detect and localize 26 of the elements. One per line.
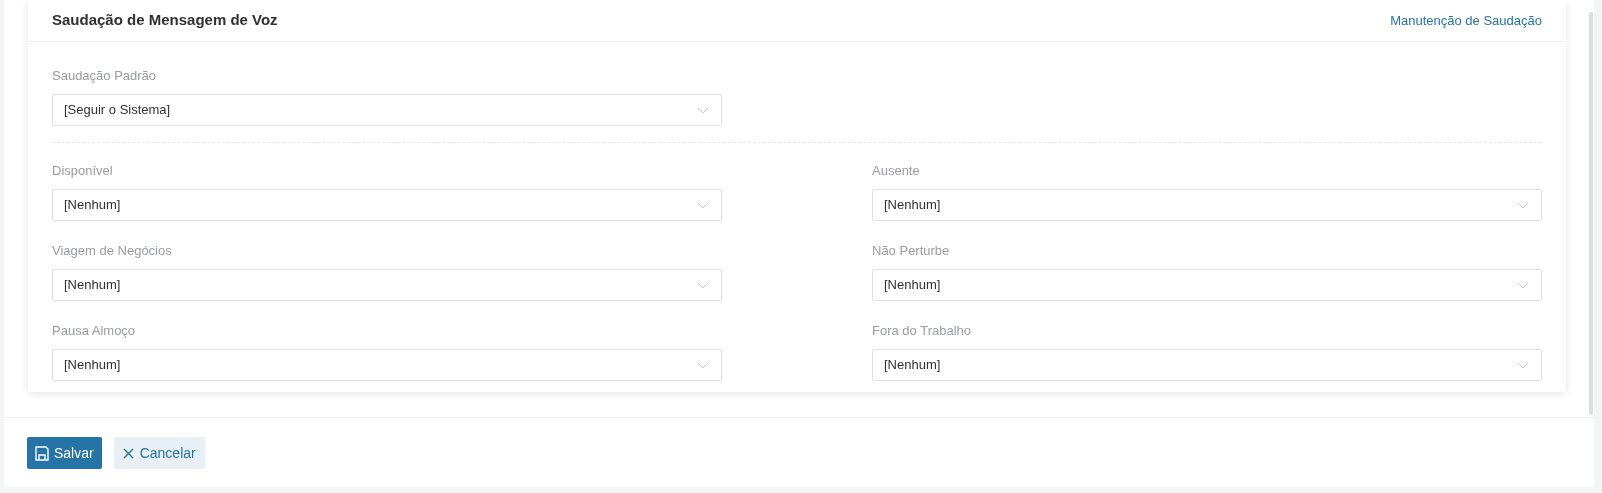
chevron-down-icon <box>1517 281 1529 289</box>
card-title: Saudação de Mensagem de Voz <box>52 10 278 31</box>
field-label: Ausente <box>872 162 920 179</box>
select-field[interactable]: [Nenhum] <box>52 349 722 381</box>
cancel-button[interactable]: Cancelar <box>113 437 205 469</box>
field-label: Viagem de Negócios <box>52 242 172 259</box>
close-icon <box>122 447 134 459</box>
chevron-down-icon <box>697 281 709 289</box>
field-label: Disponível <box>52 162 113 179</box>
select-field[interactable]: [Seguir o Sistema] <box>52 94 722 126</box>
chevron-down-icon <box>1517 201 1529 209</box>
field-label: Saudação Padrão <box>52 67 157 84</box>
field-label: Pausa Almoço <box>52 322 136 339</box>
select-field[interactable]: [Nenhum] <box>872 269 1542 301</box>
chevron-down-icon <box>697 201 709 209</box>
chevron-down-icon <box>697 106 709 114</box>
field-label: Fora do Trabalho <box>872 322 971 339</box>
chevron-down-icon <box>697 361 709 369</box>
greeting-maintenance-link[interactable]: Manutenção de Saudação <box>1390 10 1542 31</box>
select-field[interactable]: [Nenhum] <box>52 269 722 301</box>
chevron-down-icon <box>1517 361 1529 369</box>
field-label: Não Perturbe <box>872 242 950 259</box>
select-field[interactable]: [Nenhum] <box>872 349 1542 381</box>
select-field[interactable]: [Nenhum] <box>872 189 1542 221</box>
save-button[interactable]: Salvar <box>27 437 102 469</box>
select-field[interactable]: [Nenhum] <box>52 189 722 221</box>
